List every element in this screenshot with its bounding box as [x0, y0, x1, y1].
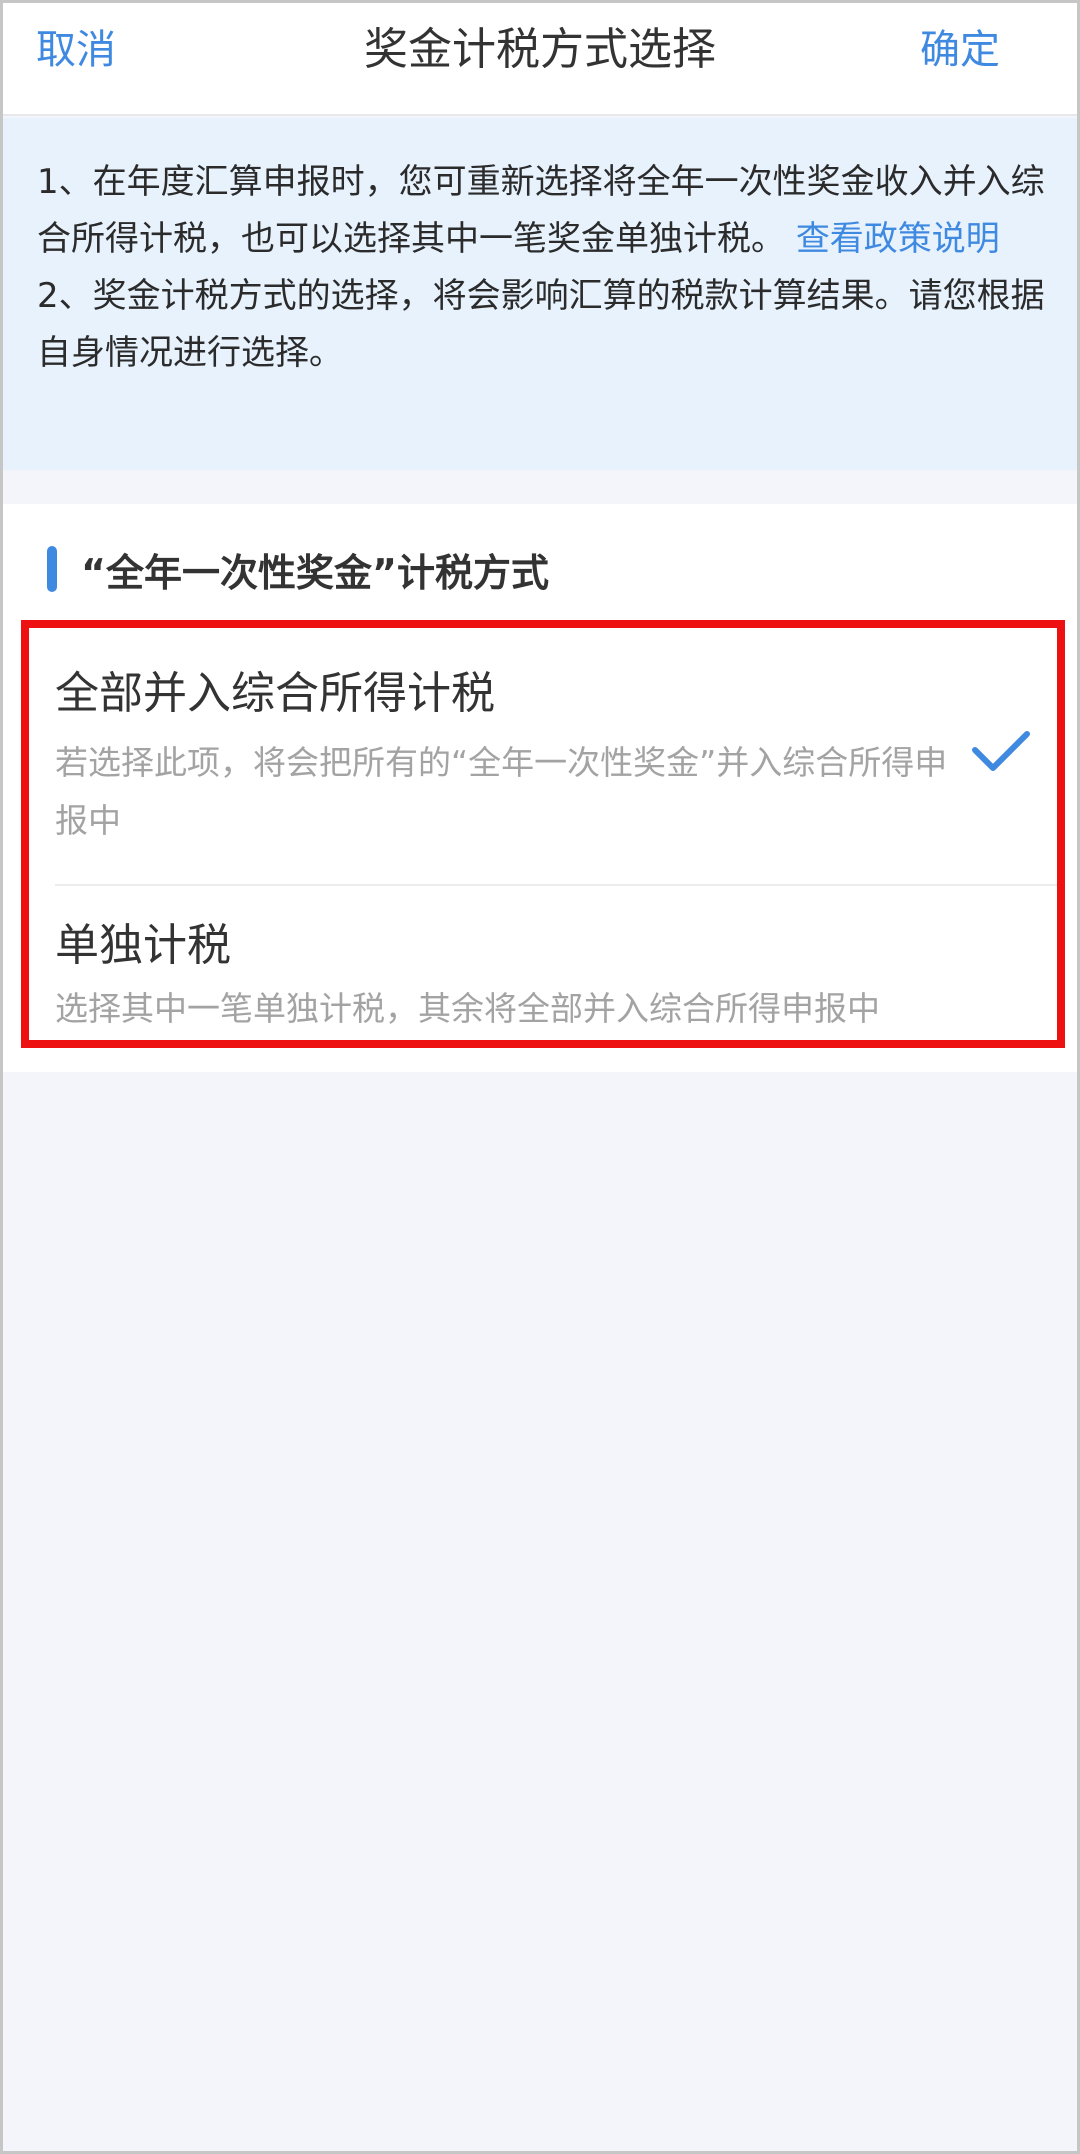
notice-item-1: 1、在年度汇算申报时，您可重新选择将全年一次性奖金收入并入综合所得计税，也可以选…	[37, 154, 1047, 268]
section-accent-bar	[47, 546, 57, 592]
notice-item-2: 2、奖金计税方式的选择，将会影响汇算的税款计算结果。请您根据自身情况进行选择。	[37, 276, 1045, 373]
navigation-bar: 取消 奖金计税方式选择 确定	[0, 0, 1080, 116]
confirm-button[interactable]: 确定	[920, 22, 1000, 78]
option-separate-taxation[interactable]: 单独计税 选择其中一笔单独计税，其余将全部并入综合所得申报中	[29, 886, 1057, 1040]
info-notice: 1、在年度汇算申报时，您可重新选择将全年一次性奖金收入并入综合所得计税，也可以选…	[3, 118, 1077, 470]
section-header: “全年一次性奖金”计税方式	[47, 534, 549, 604]
option-description: 若选择此项，将会把所有的“全年一次性奖金”并入综合所得申报中	[55, 743, 948, 840]
view-policy-link[interactable]: 查看政策说明	[796, 219, 1000, 259]
option-merge-into-comprehensive-income[interactable]: 全部并入综合所得计税 若选择此项，将会把所有的“全年一次性奖金”并入综合所得申报…	[29, 628, 1057, 886]
tax-method-options: 全部并入综合所得计税 若选择此项，将会把所有的“全年一次性奖金”并入综合所得申报…	[21, 620, 1065, 1048]
option-title: 单独计税	[55, 920, 231, 971]
check-icon	[972, 731, 1030, 771]
option-title: 全部并入综合所得计税	[55, 668, 495, 719]
page-title: 奖金计税方式选择	[364, 24, 716, 75]
option-description: 选择其中一笔单独计税，其余将全部并入综合所得申报中	[55, 989, 880, 1028]
bonus-tax-method-section: “全年一次性奖金”计税方式 全部并入综合所得计税 若选择此项，将会把所有的“全年…	[3, 504, 1077, 1072]
section-title: “全年一次性奖金”计税方式	[81, 550, 549, 595]
